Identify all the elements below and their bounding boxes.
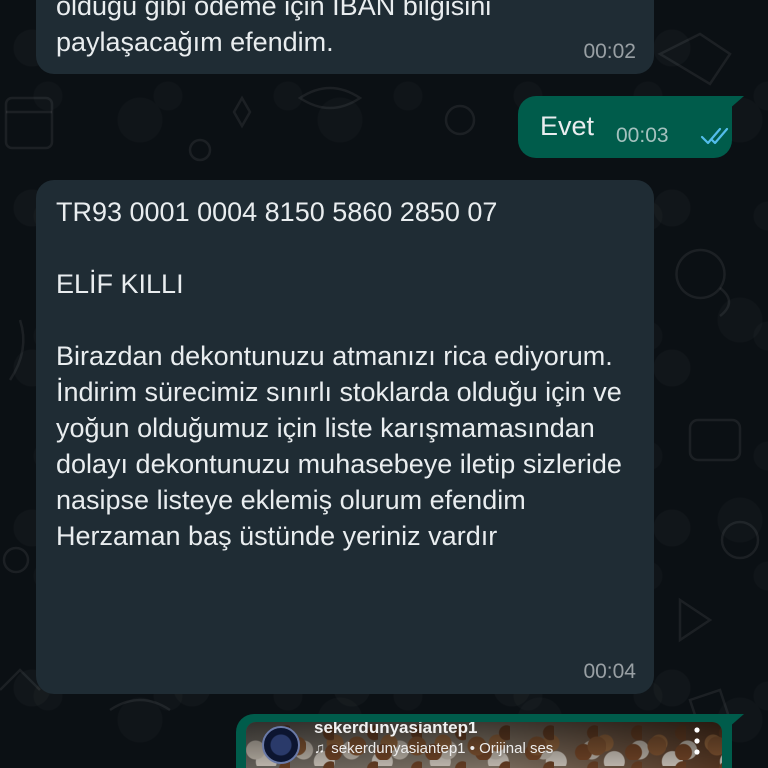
message-bubble-incoming[interactable]: TR93 0001 0004 8150 5860 2850 07 ELİF KI… [36,180,654,694]
reel-audio-info[interactable]: ♫ sekerdunyasiantep1 • Orijinal ses [314,740,553,757]
message-bubble-incoming[interactable]: olduğu gibi ödeme için IBAN bilgisini pa… [36,0,654,74]
audio-account: sekerdunyasiantep1 [331,740,466,757]
more-vertical-icon[interactable] [694,726,700,756]
message-time: 00:02 [583,40,636,63]
message-text: TR93 0001 0004 8150 5860 2850 07 ELİF KI… [56,197,622,551]
chat-background: olduğu gibi ödeme için IBAN bilgisini pa… [0,0,768,768]
audio-separator: • [469,740,475,757]
message-bubble-outgoing[interactable]: Evet 00:03 [518,96,732,158]
message-text: olduğu gibi ödeme için IBAN bilgisini pa… [56,0,492,57]
message-bubble-shared-reel[interactable]: sekerdunyasiantep1 ♫ sekerdunyasiantep1 •… [236,714,732,768]
message-time: 00:03 [616,124,669,147]
avatar[interactable] [262,726,300,764]
double-check-icon [700,127,729,145]
message-time: 00:04 [583,660,636,683]
reel-account-name[interactable]: sekerdunyasiantep1 [314,722,477,738]
message-text: Evet [540,111,595,141]
music-note-icon: ♫ [314,740,326,757]
reel-preview[interactable]: sekerdunyasiantep1 ♫ sekerdunyasiantep1 •… [246,722,722,768]
audio-label: Orijinal ses [479,740,554,757]
